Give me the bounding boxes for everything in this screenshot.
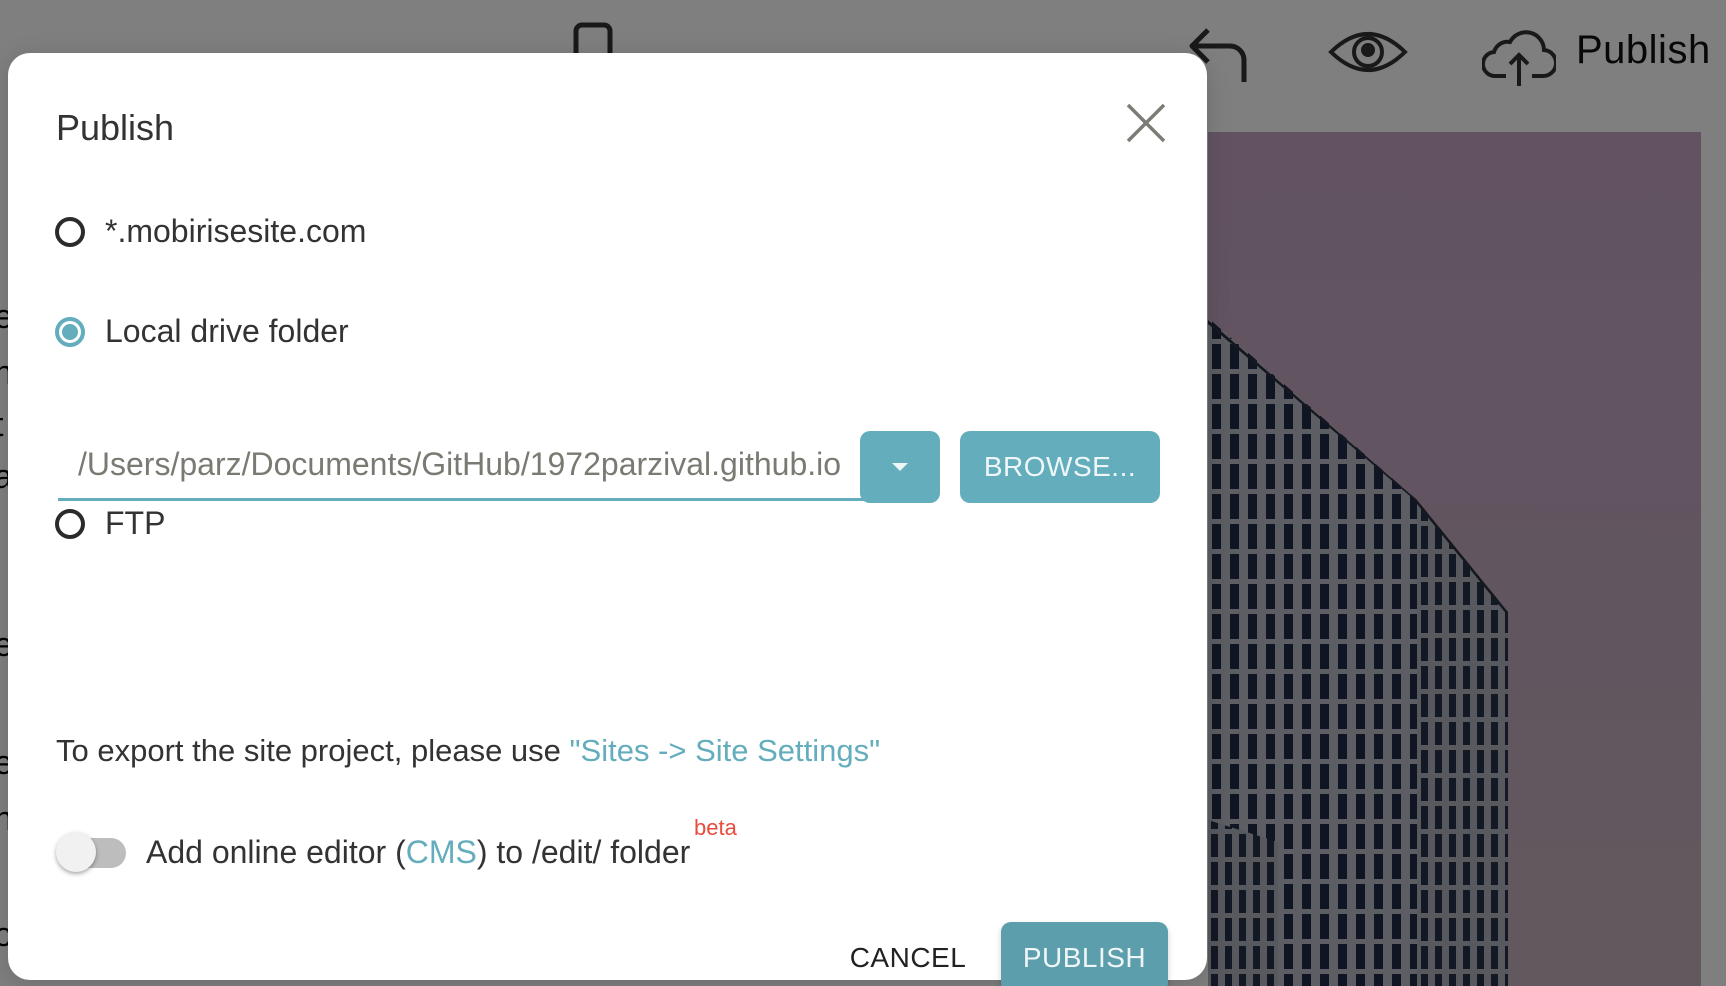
folder-path-field[interactable] xyxy=(58,431,866,501)
radio-mobirisesite[interactable] xyxy=(55,216,85,247)
dialog-title: Publish xyxy=(56,107,175,148)
close-x-icon xyxy=(1126,103,1166,143)
radio-ftp[interactable] xyxy=(55,508,85,539)
option-label: FTP xyxy=(105,505,166,541)
folder-path-input[interactable] xyxy=(58,431,866,498)
cms-toggle-label: Add online editor (CMS) to /edit/ folder xyxy=(146,834,690,871)
cms-toggle[interactable] xyxy=(56,829,126,875)
cancel-button[interactable]: CANCEL xyxy=(838,923,978,986)
export-note-text: To export the site project, please use xyxy=(56,733,570,768)
option-mobirisesite[interactable]: *.mobirisesite.com xyxy=(55,213,366,250)
close-button[interactable] xyxy=(1114,91,1178,155)
export-note: To export the site project, please use "… xyxy=(56,733,880,769)
caret-down-icon xyxy=(892,463,908,471)
cms-label-suffix: ) to /edit/ folder xyxy=(476,834,691,870)
cms-label-prefix: Add online editor ( xyxy=(146,834,406,870)
publish-dialog: Publish *.mobirisesite.com Local drive f… xyxy=(8,53,1207,986)
option-label: Local drive folder xyxy=(105,313,349,349)
publish-button[interactable]: PUBLISH xyxy=(1001,922,1168,986)
toggle-knob xyxy=(56,832,96,872)
option-local-drive-folder[interactable]: Local drive folder xyxy=(55,313,349,350)
cms-link[interactable]: CMS xyxy=(406,834,477,870)
option-ftp[interactable]: FTP xyxy=(55,505,165,542)
option-label: *.mobirisesite.com xyxy=(105,213,367,249)
recent-folders-dropdown-button[interactable] xyxy=(860,431,940,503)
browse-button[interactable]: BROWSE... xyxy=(960,431,1160,503)
site-settings-link[interactable]: "Sites -> Site Settings" xyxy=(570,733,881,768)
beta-badge: beta xyxy=(694,815,737,840)
radio-local-drive-folder[interactable] xyxy=(55,316,85,347)
